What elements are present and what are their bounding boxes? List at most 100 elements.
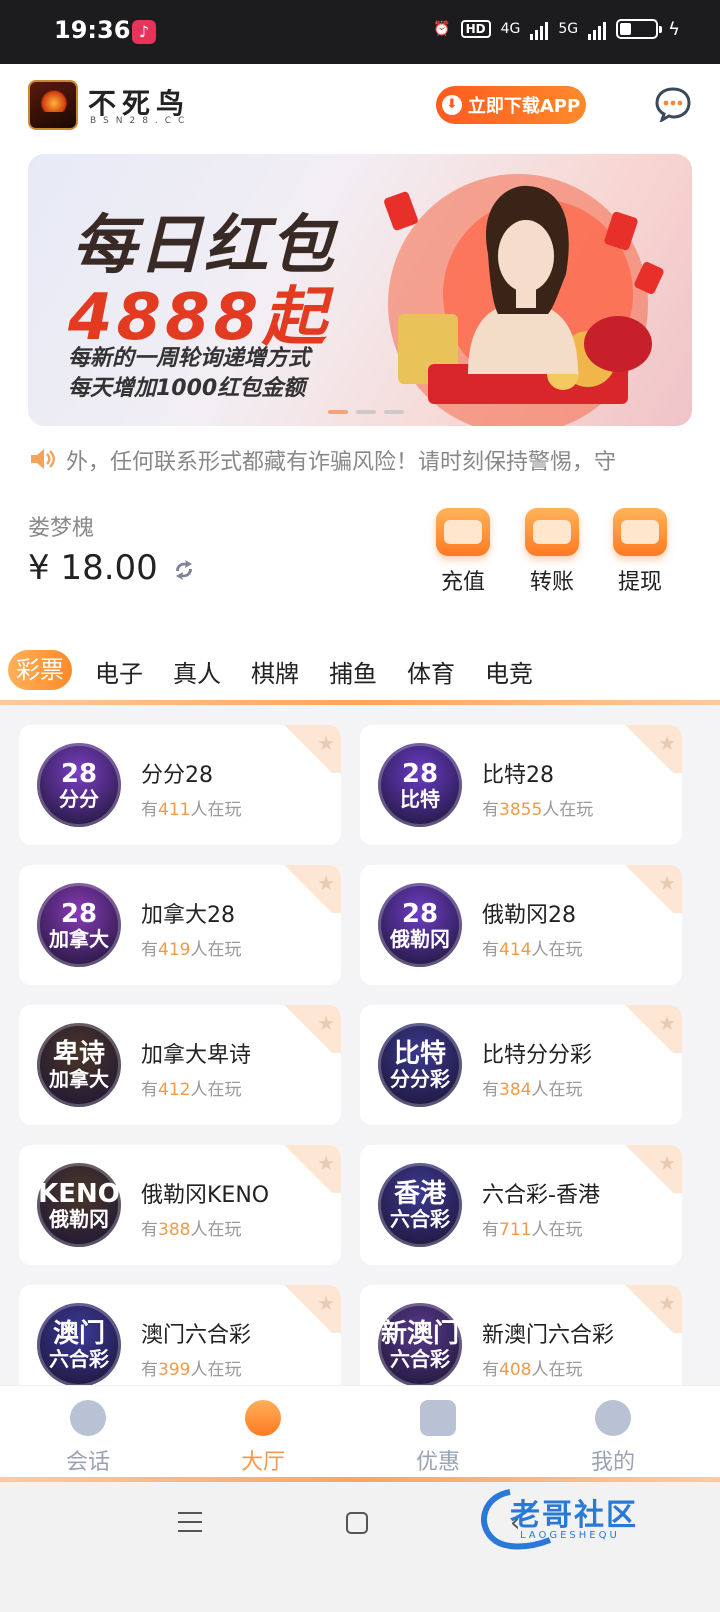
player-suffix: 人在玩 (190, 1360, 242, 1380)
game-card[interactable]: ★ KENO 俄勒冈 俄勒冈KENO 有388人在玩 (19, 1145, 341, 1265)
tab-esports[interactable]: 电竞 (485, 654, 533, 689)
tab-electronic[interactable]: 电子 (95, 654, 143, 689)
promo-banner[interactable]: 每日红包 4888起 每新的一周轮询递增方式 每天增加1000红包金额 (28, 154, 692, 426)
player-suffix: 人在玩 (190, 800, 242, 820)
game-name: 六合彩-香港 (482, 1183, 600, 1208)
refresh-icon[interactable] (170, 556, 198, 584)
player-suffix: 人在玩 (190, 1220, 242, 1240)
game-icon-text-1: 澳门 (52, 1319, 105, 1349)
download-icon: ⬇ (441, 95, 462, 115)
player-count: 有414人在玩 (482, 935, 582, 960)
game-icon: 香港 六合彩 (378, 1163, 462, 1247)
nav-promotions[interactable]: 优惠 (393, 1400, 483, 1476)
download-app-button[interactable]: ⬇ 立即下载APP (436, 86, 586, 124)
game-icon-text-1: KENO (38, 1179, 120, 1209)
player-count: 有411人在玩 (141, 795, 241, 820)
home-icon[interactable] (346, 1512, 368, 1534)
game-name: 比特28 (482, 763, 554, 788)
game-name: 澳门六合彩 (141, 1323, 252, 1348)
user-icon (595, 1400, 631, 1436)
player-count: 有419人在玩 (141, 935, 241, 960)
nav-label: 我的 (590, 1450, 635, 1475)
user-name: 娄梦槐 (28, 516, 95, 541)
game-icon-text-2: 加拿大 (49, 927, 109, 951)
favorite-star-icon[interactable]: ★ (317, 1291, 335, 1315)
nav-label: 优惠 (415, 1450, 460, 1475)
favorite-star-icon[interactable]: ★ (658, 1291, 676, 1315)
game-icon: 澳门 六合彩 (37, 1303, 121, 1387)
banner-subtext-2: 每天增加1000红包金额 (68, 376, 306, 401)
game-icon-text-1: 卑诗 (52, 1039, 105, 1069)
player-number: 399 (158, 1360, 191, 1380)
tab-chess[interactable]: 棋牌 (251, 654, 299, 689)
notice-marquee[interactable]: 外，任何联系形式都藏有诈骗风险！请时刻保持警惕，守 (0, 434, 720, 482)
game-icon: 卑诗 加拿大 (37, 1023, 121, 1107)
game-card[interactable]: ★ 比特 分分彩 比特分分彩 有384人在玩 (360, 1005, 682, 1125)
favorite-star-icon[interactable]: ★ (317, 731, 335, 755)
app-logo (28, 80, 78, 130)
player-prefix: 有 (141, 1080, 158, 1100)
game-name: 新澳门六合彩 (482, 1323, 615, 1348)
player-count: 有384人在玩 (482, 1075, 582, 1100)
game-card[interactable]: ★ 卑诗 加拿大 加拿大卑诗 有412人在玩 (19, 1005, 341, 1125)
chat-bubble-icon[interactable] (654, 86, 692, 122)
game-card[interactable]: ★ 香港 六合彩 六合彩-香港 有711人在玩 (360, 1145, 682, 1265)
game-card[interactable]: ★ 28 分分 分分28 有411人在玩 (19, 725, 341, 845)
network-label-1: 4G (500, 21, 521, 37)
signal-icon-2 (588, 18, 607, 40)
game-name: 比特分分彩 (482, 1043, 593, 1068)
player-prefix: 有 (482, 1360, 499, 1380)
player-number: 419 (158, 940, 191, 960)
player-count: 有711人在玩 (482, 1215, 582, 1240)
game-icon-text-2: 六合彩 (390, 1207, 450, 1231)
player-prefix: 有 (482, 800, 499, 820)
game-card[interactable]: ★ 28 比特 比特28 有3855人在玩 (360, 725, 682, 845)
game-icon-text-2: 分分彩 (390, 1067, 450, 1091)
player-count: 有3855人在玩 (482, 795, 593, 820)
chat-icon (70, 1400, 106, 1436)
game-icon-text-2: 六合彩 (390, 1347, 450, 1371)
game-icon: KENO 俄勒冈 (37, 1163, 121, 1247)
favorite-star-icon[interactable]: ★ (658, 871, 676, 895)
player-count: 有408人在玩 (482, 1355, 582, 1380)
game-name: 加拿大28 (141, 903, 235, 928)
banner-dot[interactable] (328, 410, 348, 414)
player-number: 384 (499, 1080, 532, 1100)
banner-dot[interactable] (356, 410, 376, 414)
tab-fishing[interactable]: 捕鱼 (329, 654, 377, 689)
player-number: 411 (158, 800, 191, 820)
download-label: 立即下载APP (467, 96, 581, 117)
banner-model-image (468, 185, 578, 374)
tab-live[interactable]: 真人 (173, 654, 221, 689)
nav-hall[interactable]: 大厅 (218, 1400, 308, 1476)
player-prefix: 有 (141, 1220, 158, 1240)
balance-amount: ¥ 18.00 (28, 548, 158, 588)
game-card[interactable]: ★ 28 俄勒冈 俄勒冈28 有414人在玩 (360, 865, 682, 985)
nav-profile[interactable]: 我的 (568, 1400, 658, 1476)
nav-chat[interactable]: 会话 (43, 1400, 133, 1476)
transfer-button[interactable]: 转账 (522, 508, 582, 596)
game-icon-text-1: 新澳门 (380, 1319, 459, 1349)
favorite-star-icon[interactable]: ★ (658, 1011, 676, 1035)
game-name: 俄勒冈KENO (141, 1183, 270, 1208)
player-prefix: 有 (141, 940, 158, 960)
player-number: 412 (158, 1080, 191, 1100)
tab-sports[interactable]: 体育 (407, 654, 455, 689)
recharge-label: 充值 (440, 570, 485, 595)
game-card[interactable]: ★ 28 加拿大 加拿大28 有419人在玩 (19, 865, 341, 985)
favorite-star-icon[interactable]: ★ (658, 731, 676, 755)
favorite-star-icon[interactable]: ★ (658, 1151, 676, 1175)
network-label-2: 5G (558, 21, 579, 37)
favorite-star-icon[interactable]: ★ (317, 871, 335, 895)
player-suffix: 人在玩 (531, 1080, 583, 1100)
player-count: 有412人在玩 (141, 1075, 241, 1100)
menu-icon[interactable] (178, 1512, 202, 1532)
withdraw-button[interactable]: 提现 (610, 508, 670, 596)
game-icon-text-1: 比特 (393, 1039, 446, 1069)
recharge-button[interactable]: 充值 (433, 508, 493, 596)
favorite-star-icon[interactable]: ★ (317, 1151, 335, 1175)
banner-dot[interactable] (384, 410, 404, 414)
bottom-nav: 会话 大厅 优惠 我的 (0, 1385, 720, 1477)
tab-lottery[interactable]: 彩票 (8, 650, 72, 690)
favorite-star-icon[interactable]: ★ (317, 1011, 335, 1035)
